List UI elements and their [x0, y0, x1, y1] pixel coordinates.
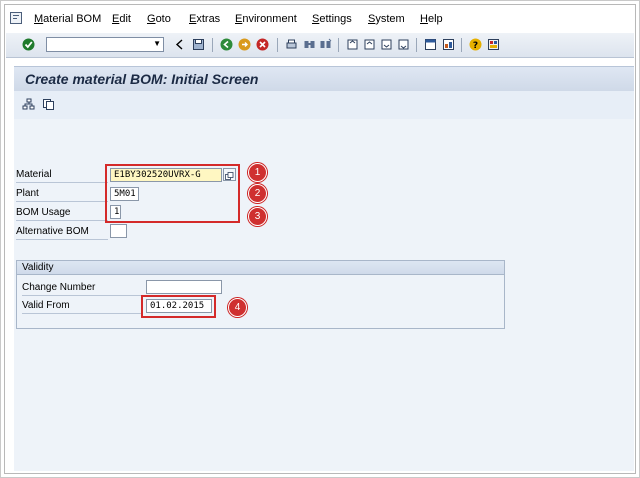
back-arrow-icon[interactable] [174, 38, 187, 51]
highlight-box-fields [105, 164, 240, 223]
customize-layout-icon[interactable] [487, 38, 500, 51]
enter-check-icon[interactable] [22, 38, 35, 51]
label-divider [16, 182, 108, 183]
next-page-icon[interactable] [380, 38, 393, 51]
toolbar-separator [416, 38, 417, 52]
label-divider [16, 201, 108, 202]
callout-badge-4: 4 [228, 298, 247, 317]
menu-system[interactable]: System [368, 13, 405, 25]
validity-group-title: Validity [22, 262, 54, 273]
label-divider [16, 220, 108, 221]
menu-help[interactable]: Help [420, 13, 443, 25]
application-toolbar [14, 91, 634, 119]
menu-goto[interactable]: Goto [147, 13, 171, 25]
chevron-down-icon[interactable]: ▼ [153, 39, 161, 48]
material-label: Material [16, 169, 52, 180]
help-icon[interactable]: ? [469, 38, 482, 51]
bom-usage-label: BOM Usage [16, 207, 71, 218]
print-icon[interactable] [285, 38, 298, 51]
previous-page-icon[interactable] [363, 38, 376, 51]
toolbar-separator [212, 38, 213, 52]
standard-toolbar: ▼ ? [6, 33, 634, 58]
exit-icon[interactable] [238, 38, 251, 51]
find-icon[interactable] [303, 38, 316, 51]
validity-group-header: Validity [17, 261, 504, 275]
svg-text:?: ? [473, 41, 478, 51]
callout-badge-2: 2 [248, 184, 267, 203]
toolbar-separator [461, 38, 462, 52]
plant-label: Plant [16, 188, 39, 199]
hierarchy-icon[interactable] [22, 98, 35, 111]
menu-settings[interactable]: Settings [312, 13, 352, 25]
page-title: Create material BOM: Initial Screen [25, 71, 259, 87]
change-number-label: Change Number [22, 282, 96, 293]
first-page-icon[interactable] [346, 38, 359, 51]
label-divider [16, 239, 108, 240]
menu-extras[interactable]: Extras [189, 13, 220, 25]
back-green-icon[interactable] [220, 38, 233, 51]
alternative-bom-field[interactable] [110, 224, 127, 238]
find-next-icon[interactable] [319, 38, 332, 51]
cancel-icon[interactable] [256, 38, 269, 51]
menu-bar: Material BOM Edit Goto Extras Environmen… [6, 8, 634, 32]
valid-from-label: Valid From [22, 300, 70, 311]
screen-title-bar: Create material BOM: Initial Screen [14, 66, 634, 92]
change-number-field[interactable] [146, 280, 222, 294]
menu-edit[interactable]: Edit [112, 13, 131, 25]
highlight-box-valid-from [141, 295, 216, 318]
toolbar-separator [277, 38, 278, 52]
menu-environment[interactable]: Environment [235, 13, 297, 25]
label-divider [22, 295, 142, 296]
toolbar-separator [338, 38, 339, 52]
save-icon[interactable] [192, 38, 205, 51]
shortcut-icon[interactable] [442, 38, 455, 51]
callout-badge-1: 1 [248, 163, 267, 182]
new-session-icon[interactable] [424, 38, 437, 51]
copy-icon[interactable] [42, 98, 55, 111]
menu-material-bom[interactable]: Material BOM [34, 13, 101, 25]
callout-badge-3: 3 [248, 207, 267, 226]
last-page-icon[interactable] [397, 38, 410, 51]
alternative-bom-label: Alternative BOM [16, 226, 89, 237]
command-field[interactable]: ▼ [46, 37, 164, 52]
label-divider [22, 313, 142, 314]
